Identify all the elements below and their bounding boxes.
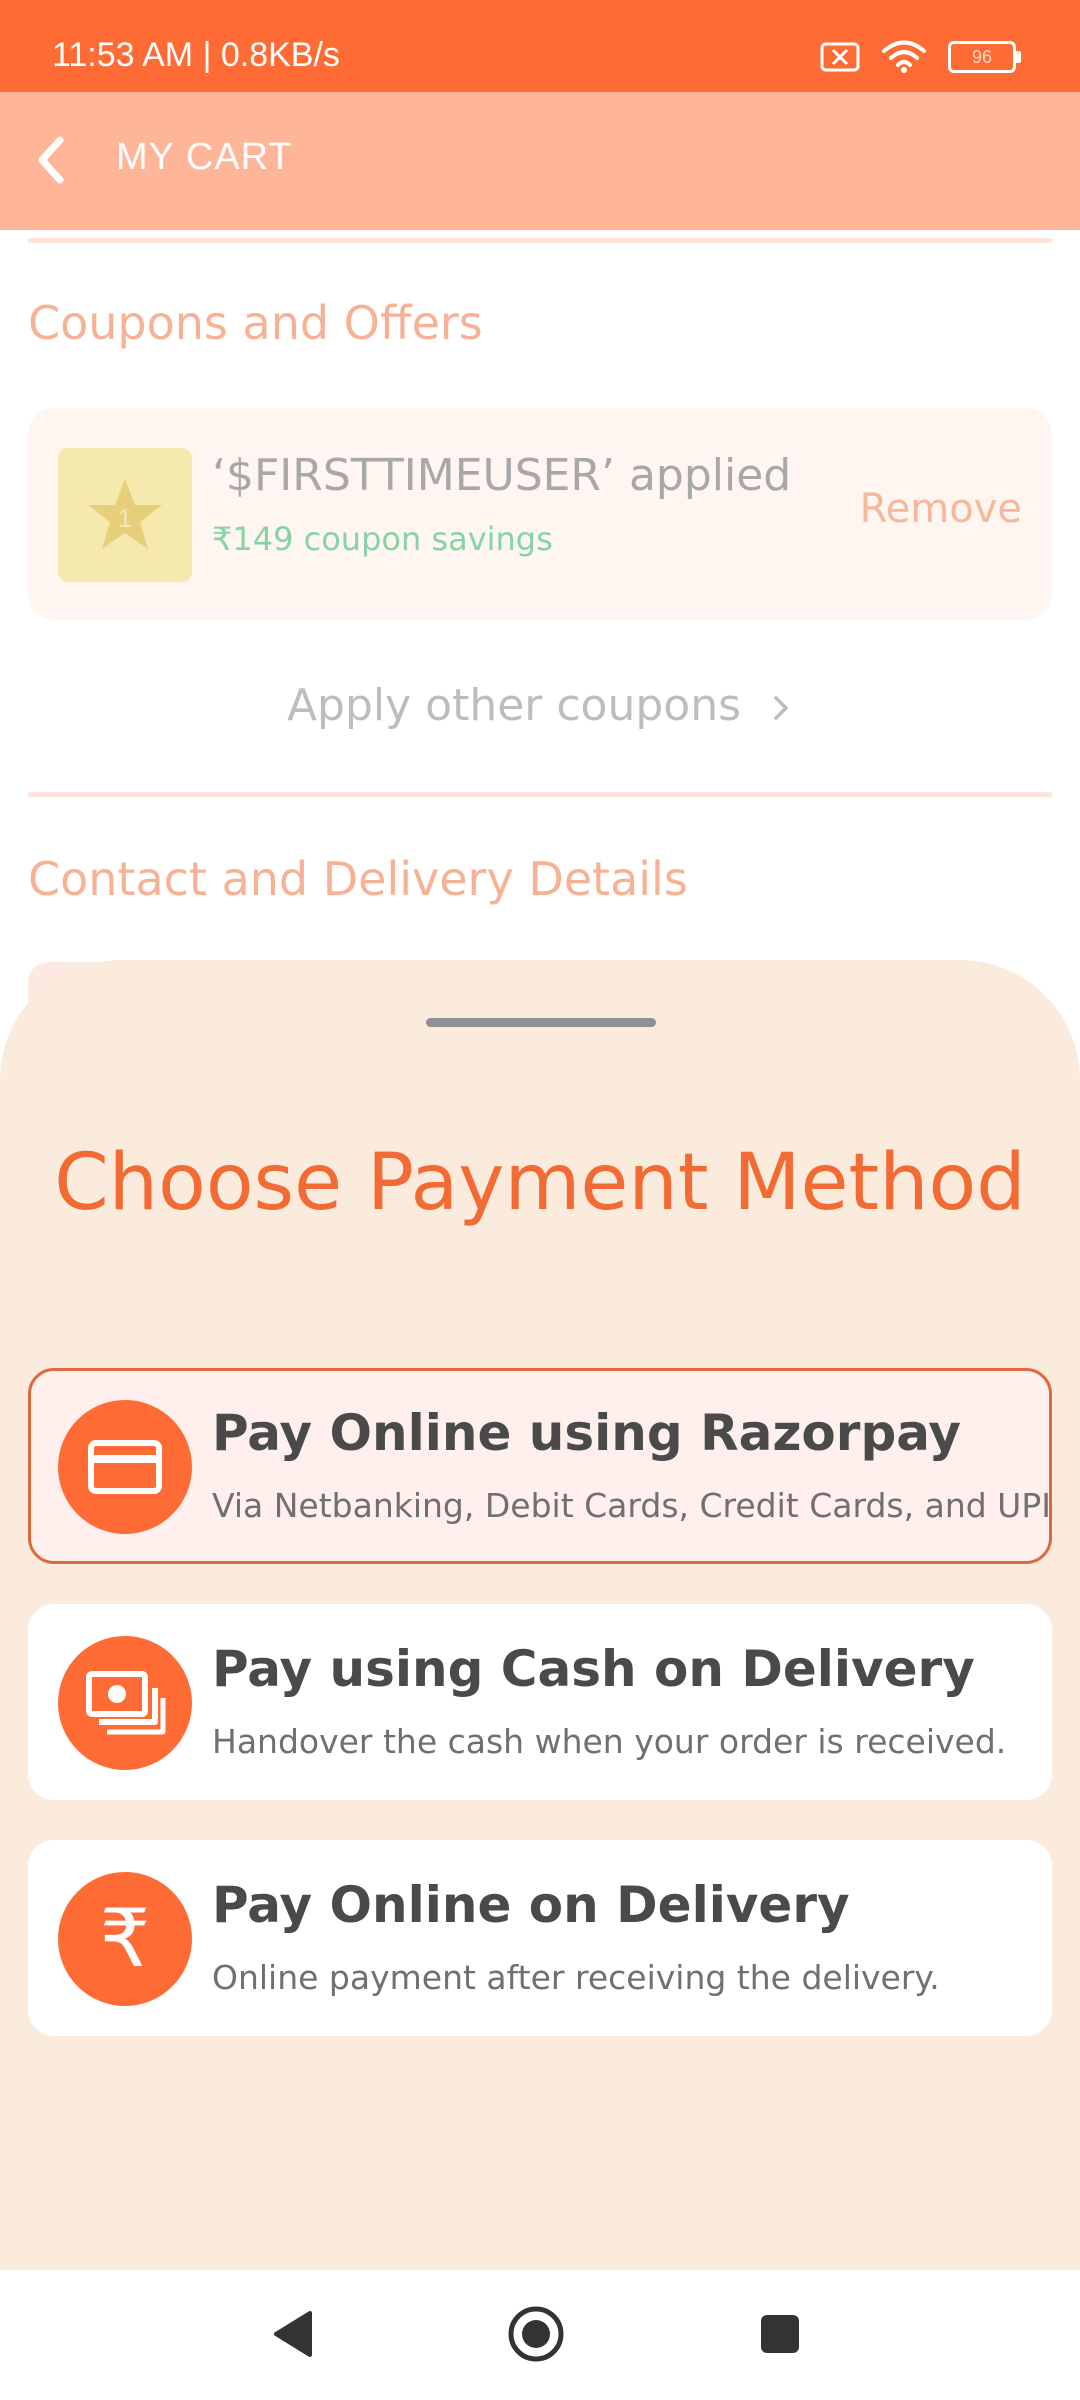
nav-back-button[interactable] — [262, 2304, 322, 2364]
pay-option-cash-on-delivery[interactable]: Pay using Cash on Delivery Handover the … — [28, 1604, 1052, 1800]
rupee-icon: ₹ — [58, 1872, 192, 2006]
star-badge-number: 1 — [118, 503, 132, 533]
payment-bottom-sheet: Choose Payment Method Pay Online using R… — [0, 960, 1080, 2270]
apply-other-coupons-button[interactable]: Apply other coupons — [0, 680, 1080, 731]
coupon-savings: ₹149 coupon savings — [212, 520, 553, 558]
divider — [28, 238, 1052, 243]
chevron-left-icon — [38, 136, 64, 184]
pay-option-title: Pay Online using Razorpay — [212, 1404, 962, 1462]
home-circle-icon — [508, 2306, 564, 2362]
app-bar: MY CART — [0, 92, 1080, 230]
remove-coupon-button[interactable]: Remove — [860, 486, 1022, 532]
pay-option-title: Pay using Cash on Delivery — [212, 1640, 975, 1698]
apply-other-coupons-label: Apply other coupons — [286, 680, 742, 731]
pay-option-online-on-delivery[interactable]: ₹ Pay Online on Delivery Online payment … — [28, 1840, 1052, 2036]
battery-level: 96 — [971, 46, 993, 67]
wifi-icon — [882, 40, 926, 73]
status-bar: 11:53 AM | 0.8KB/s 96 — [0, 0, 1080, 92]
coupons-section-title: Coupons and Offers — [28, 296, 483, 350]
rupee-glyph: ₹ — [99, 1892, 151, 1985]
recents-square-icon — [761, 2315, 799, 2353]
sheet-drag-handle[interactable] — [426, 1018, 656, 1027]
battery-icon: 96 — [948, 41, 1021, 73]
close-box-icon — [820, 42, 860, 72]
cash-icon — [58, 1636, 192, 1770]
back-button[interactable] — [24, 130, 84, 190]
nav-recents-button[interactable] — [750, 2304, 810, 2364]
pay-option-subtitle: Online payment after receiving the deliv… — [212, 1958, 940, 1997]
sheet-title: Choose Payment Method — [54, 1138, 1026, 1228]
pay-option-razorpay[interactable]: Pay Online using Razorpay Via Netbanking… — [28, 1368, 1052, 1564]
applied-coupon-card: 1 ‘$FIRSTTIMEUSER’ applied ₹149 coupon s… — [28, 408, 1052, 620]
chevron-right-icon — [774, 696, 788, 720]
pay-option-subtitle: Handover the cash when your order is rec… — [212, 1722, 1007, 1761]
contact-section-title: Contact and Delivery Details — [28, 852, 688, 906]
nav-home-button[interactable] — [506, 2304, 566, 2364]
pay-option-title: Pay Online on Delivery — [212, 1876, 850, 1934]
page-title: MY CART — [116, 136, 293, 178]
star-badge-icon: 1 — [58, 448, 192, 582]
divider — [28, 792, 1052, 797]
credit-card-icon — [58, 1400, 192, 1534]
back-triangle-icon — [274, 2311, 312, 2357]
coupon-code: ‘$FIRSTTIMEUSER’ applied — [212, 450, 792, 501]
status-icons: 96 — [820, 40, 1021, 74]
status-time: 11:53 AM | 0.8KB/s — [52, 36, 340, 74]
system-nav-bar — [0, 2270, 1080, 2400]
pay-option-subtitle: Via Netbanking, Debit Cards, Credit Card… — [212, 1486, 1051, 1525]
